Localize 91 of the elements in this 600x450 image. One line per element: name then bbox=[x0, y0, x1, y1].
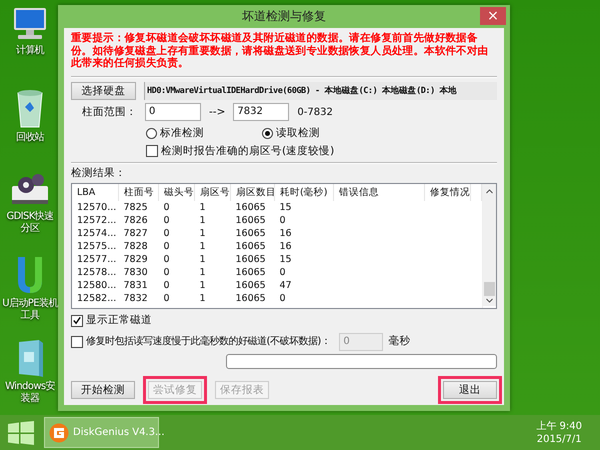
table-cell-text: 7831 bbox=[122, 279, 149, 292]
column-header[interactable]: 修复情况 bbox=[424, 184, 470, 201]
task-label: DiskGenius V4.3... bbox=[73, 427, 165, 438]
column-header[interactable]: 扇区号 bbox=[194, 184, 230, 201]
table-cell-text: 12577... bbox=[76, 253, 118, 266]
table-cell-text: 7832 bbox=[122, 292, 149, 305]
action-button[interactable]: 退出 bbox=[443, 381, 497, 399]
column-header[interactable]: 柱面号 bbox=[118, 184, 158, 201]
table-cell-text: 0 bbox=[162, 240, 171, 253]
table-cell-text: 0 bbox=[162, 292, 171, 305]
to-input[interactable]: 7832 bbox=[233, 103, 290, 121]
table-cell-text: 16065 bbox=[234, 253, 267, 266]
desktop-icon-label[interactable]: GDISK快速分区 bbox=[2, 211, 58, 235]
table-cell-text: 12578... bbox=[76, 266, 118, 279]
checkbox[interactable] bbox=[146, 145, 158, 157]
table-cell-text: 1 bbox=[198, 266, 207, 279]
table-cell-text: 15 bbox=[278, 253, 293, 266]
desktop-icon-label[interactable]: 回收站 bbox=[2, 132, 58, 144]
table-cell-text: 0 bbox=[162, 266, 171, 279]
table-cell: 15 bbox=[274, 201, 334, 214]
desktop-icon-label[interactable]: Windows安装器 bbox=[2, 381, 58, 405]
radio-button[interactable] bbox=[146, 128, 157, 138]
table-cell: 16065 bbox=[230, 201, 274, 214]
from-input[interactable]: 0 bbox=[145, 103, 201, 121]
table-cell-text: 7827 bbox=[122, 227, 149, 240]
table-cell-text: 0 bbox=[278, 292, 287, 305]
table-cell-text: 0 bbox=[162, 253, 171, 266]
trash-bin-icon bbox=[15, 89, 45, 129]
radio-button[interactable] bbox=[262, 128, 273, 138]
table-cell-text: 1 bbox=[198, 253, 207, 266]
checkbox[interactable] bbox=[71, 314, 83, 326]
checkbox-label: 修复时包括读写速度慢于此毫秒数的好磁道(不破坏数据)： bbox=[86, 335, 330, 348]
column-header[interactable]: 磁头号 bbox=[158, 184, 194, 201]
table-cell-text: 16 bbox=[278, 227, 293, 240]
checkbox-label: 检测时报告准确的扇区号(速度较慢) bbox=[161, 144, 334, 158]
table-cell: 0 bbox=[158, 201, 194, 214]
table-cell-text: 12580... bbox=[76, 279, 118, 292]
table-cell-text: 7829 bbox=[122, 253, 149, 266]
disk-path: HD0:VMwareVirtualIDEHardDrive(60GB) - 本地磁盘(C:) 本地磁盘(D:) 本地 bbox=[144, 82, 497, 100]
table-cell-text: 12575... bbox=[76, 240, 118, 253]
table-cell-text: 7828 bbox=[122, 240, 149, 253]
column-header[interactable]: 耗时(毫秒) bbox=[274, 184, 334, 201]
table-cell-text: 12574... bbox=[76, 227, 118, 240]
column-header[interactable]: 错误信息 bbox=[334, 184, 424, 201]
table-cell-text: 1 bbox=[198, 214, 207, 227]
results-label: 检测结果： bbox=[71, 167, 127, 180]
table-cell-text: 16065 bbox=[234, 214, 267, 227]
checkbox[interactable] bbox=[71, 336, 83, 348]
table-cell-text: 16065 bbox=[234, 266, 267, 279]
table-cell-text: 1 bbox=[198, 279, 207, 292]
radio-label: 读取检测 bbox=[276, 126, 320, 140]
table-cell-text: 47 bbox=[278, 279, 293, 292]
table-cell-text: 0 bbox=[278, 214, 287, 227]
desktop-icon-label[interactable]: 计算机 bbox=[2, 45, 58, 57]
table-cell-text: 16065 bbox=[234, 292, 267, 305]
arrow-text: --> bbox=[209, 106, 226, 118]
table-cell-text: 16 bbox=[278, 240, 293, 253]
action-button[interactable]: 开始检测 bbox=[71, 381, 135, 399]
range-text: 0-7832 bbox=[297, 106, 333, 118]
desktop-icon-label[interactable]: U启动PE装机工具 bbox=[2, 298, 58, 322]
window-title: 坏道检测与修复 bbox=[242, 10, 326, 23]
column-header[interactable]: LBA bbox=[72, 184, 118, 201]
table-cell-text: 7830 bbox=[122, 266, 149, 279]
table-cell: 7825 bbox=[118, 201, 158, 214]
table-cell-text: 12572... bbox=[76, 214, 118, 227]
cylinder-range-label: 柱面范围： bbox=[81, 106, 137, 118]
app-icon bbox=[49, 422, 69, 442]
radio-label: 标准检测 bbox=[160, 126, 204, 140]
table-cell-text: 1 bbox=[198, 227, 207, 240]
clock-time[interactable]: 上午 9:40 bbox=[536, 420, 582, 432]
table-cell: 12570... bbox=[72, 201, 118, 214]
table-cell: 1 bbox=[194, 201, 230, 214]
table-cell-text: 12582... bbox=[76, 292, 118, 305]
table-cell-text: 0 bbox=[162, 279, 171, 292]
close-button[interactable]: × bbox=[480, 7, 506, 25]
clock-date[interactable]: 2015/7/1 bbox=[536, 432, 582, 446]
unit-label: 毫秒 bbox=[388, 335, 410, 348]
scrollbar[interactable] bbox=[483, 184, 496, 306]
select-disk-button[interactable]: 选择硬盘 bbox=[71, 82, 136, 100]
table-cell-text: 0 bbox=[278, 266, 287, 279]
checkbox-label: 显示正常磁道 bbox=[86, 314, 152, 327]
table-cell-text: 16065 bbox=[234, 240, 267, 253]
table-cell-text: 0 bbox=[162, 214, 171, 227]
table-cell-text: 1 bbox=[198, 292, 207, 305]
table-cell-text: 7826 bbox=[122, 214, 149, 227]
start-button[interactable] bbox=[8, 420, 34, 444]
table-cell-text: 16065 bbox=[234, 279, 267, 292]
table-cell-text: 0 bbox=[162, 227, 171, 240]
table-cell-text: 1 bbox=[198, 240, 207, 253]
warning-text: 重要提示：修复坏磁道会破坏坏磁道及其附近磁道的数据。请在修复前首先做好数据备份。如待修复磁盘上存有重要数据，请将磁盘送到专业数据恢复人员处理。本软件不对由此带来的任何损失负责。 bbox=[71, 32, 490, 71]
table-cell-text: 16065 bbox=[234, 227, 267, 240]
